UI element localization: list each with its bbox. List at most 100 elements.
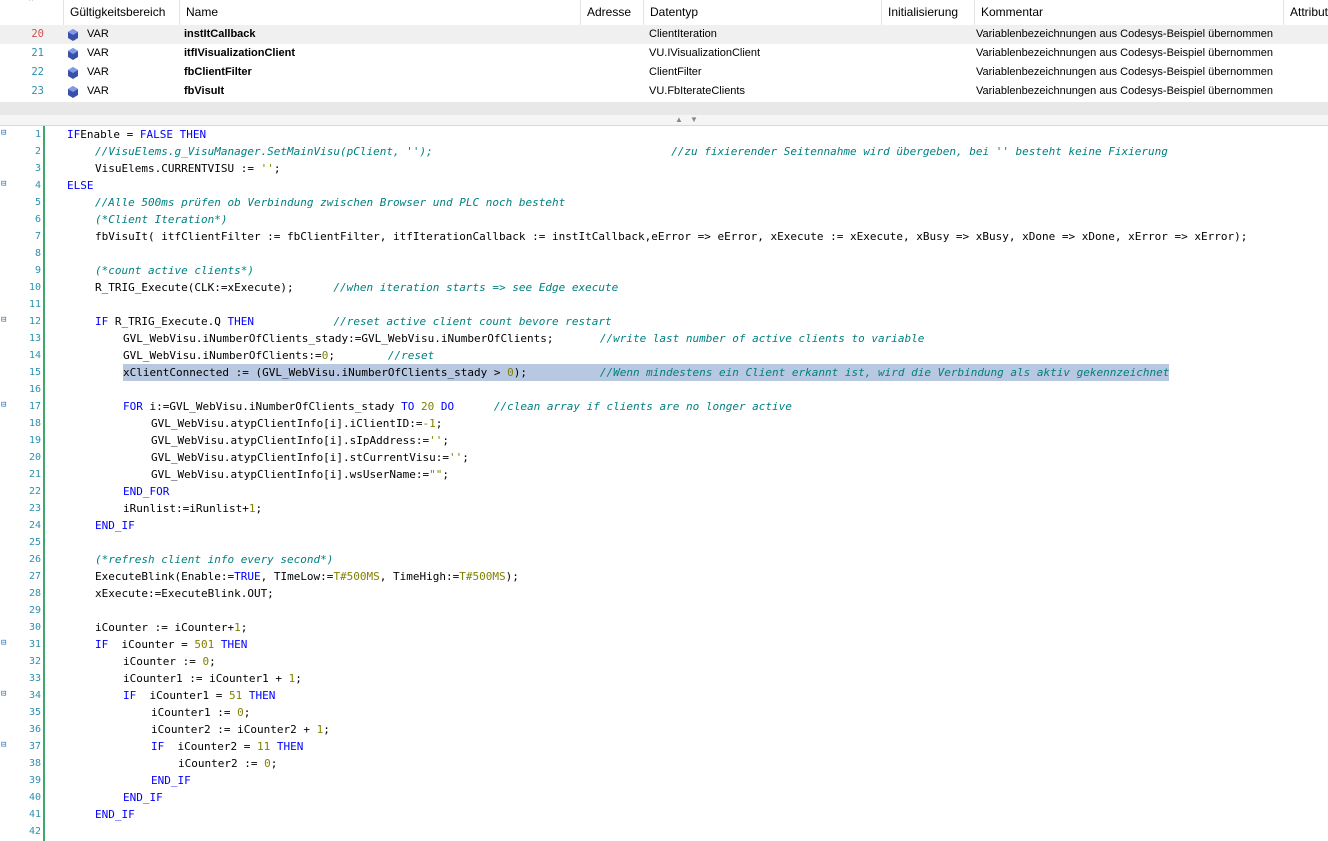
code-line[interactable]: 13 GVL_WebVisu.iNumberOfClients_stady:=GV…: [0, 330, 1328, 347]
code-line[interactable]: 32 iCounter := 0;: [0, 653, 1328, 670]
code-token: R_TRIG_Execute.Q: [108, 315, 228, 328]
code-line[interactable]: 30 iCounter := iCounter+1;: [0, 619, 1328, 636]
fold-toggle-icon[interactable]: ⊟: [1, 401, 10, 410]
code-line[interactable]: 21 GVL_WebVisu.atypClientInfo[i].wsUserNa…: [0, 466, 1328, 483]
line-number: 22: [28, 486, 41, 497]
line-number: 24: [28, 520, 41, 531]
declaration-row[interactable]: 20 VAR instItCallback ClientIteration Variab…: [0, 25, 1328, 44]
code-line[interactable]: 39 END_IF: [0, 772, 1328, 789]
code-line[interactable]: 6 (*Client Iteration*): [0, 211, 1328, 228]
code-line[interactable]: 29: [0, 602, 1328, 619]
code-line[interactable]: 20 GVL_WebVisu.atypClientInfo[i].stCurren…: [0, 449, 1328, 466]
code-line[interactable]: 19 GVL_WebVisu.atypClientInfo[i].sIpAddre…: [0, 432, 1328, 449]
collapse-up-icon[interactable]: ▲: [675, 115, 683, 125]
declaration-horizontal-scrollbar[interactable]: [0, 102, 1328, 115]
column-header-scope[interactable]: Gültigkeitsbereich: [63, 0, 179, 25]
literal-token: '': [260, 162, 274, 175]
code-line[interactable]: 24 END_IF: [0, 517, 1328, 534]
declaration-row[interactable]: 22 VAR fbClientFilter ClientFilter Variablen…: [0, 63, 1328, 82]
line-number: 28: [28, 588, 41, 599]
code-token: , TimeHigh:=: [379, 570, 460, 583]
fold-toggle-icon[interactable]: ⊟: [1, 316, 10, 325]
code-line[interactable]: 33 iCounter1 := iCounter1 + 1;: [0, 670, 1328, 687]
code-line[interactable]: 25: [0, 534, 1328, 551]
code-line[interactable]: 15 xClientConnected := (GVL_WebVisu.iNumb…: [0, 364, 1328, 381]
declaration-row[interactable]: 21 VAR itfIVisualizationClient VU.IVisualiz…: [0, 44, 1328, 63]
code-line[interactable]: 35 iCounter1 := 0;: [0, 704, 1328, 721]
editor-splitter[interactable]: ▲ ▼: [0, 115, 1328, 126]
code-line[interactable]: ⊟ 34 IF iCounter1 = 51 THEN: [0, 687, 1328, 704]
code-line[interactable]: ⊟ 1 IFEnable = FALSE THEN: [0, 126, 1328, 143]
code-line[interactable]: ⊟ 31 IF iCounter = 501 THEN: [0, 636, 1328, 653]
code-text: GVL_WebVisu.atypClientInfo[i].sIpAddress…: [151, 432, 449, 449]
code-line[interactable]: 16: [0, 381, 1328, 398]
code-text: IF iCounter2 = 11 THEN: [151, 738, 303, 755]
code-editor[interactable]: ⊟ 1 IFEnable = FALSE THEN 2//VisuElems.g_Vi…: [0, 126, 1328, 841]
line-number: 33: [28, 673, 41, 684]
fold-toggle-icon[interactable]: ⊟: [1, 129, 10, 138]
keyword-token: THEN: [220, 638, 248, 651]
code-line[interactable]: 14 GVL_WebVisu.iNumberOfClients:=0; //res…: [0, 347, 1328, 364]
code-line[interactable]: ⊟ 4 ELSE: [0, 177, 1328, 194]
code-text: IF R_TRIG_Execute.Q THEN //reset active …: [95, 313, 612, 330]
comment-token: (*Client Iteration*): [95, 213, 228, 226]
code-line[interactable]: 23 iRunlist:=iRunlist+1;: [0, 500, 1328, 517]
code-line[interactable]: 5 //Alle 500ms prüfen ob Verbindung zwisc…: [0, 194, 1328, 211]
code-line[interactable]: 40 END_IF: [0, 789, 1328, 806]
fold-toggle-icon[interactable]: ⊟: [1, 741, 10, 750]
code-text: iRunlist:=iRunlist+1;: [123, 500, 262, 517]
code-line[interactable]: 41 END_IF: [0, 806, 1328, 823]
column-header-attribute[interactable]: Attribut: [1283, 0, 1328, 25]
code-line[interactable]: ⊟ 17 FOR i:=GVL_WebVisu.iNumberOfClients_s…: [0, 398, 1328, 415]
column-header-comment[interactable]: Kommentar: [974, 0, 1283, 25]
fold-toggle-icon[interactable]: ⊟: [1, 180, 10, 189]
row-datatype: VU.FbIterateClients: [649, 85, 745, 97]
code-text: iCounter2 := 0;: [178, 755, 277, 772]
code-line[interactable]: 36 iCounter2 := iCounter2 + 1;: [0, 721, 1328, 738]
row-datatype: VU.IVisualizationClient: [649, 47, 761, 59]
code-line[interactable]: ⊟ 12 IF R_TRIG_Execute.Q THEN //reset acti…: [0, 313, 1328, 330]
code-line[interactable]: 22 END_FOR: [0, 483, 1328, 500]
sort-ascending-icon[interactable]: ⌃: [25, 0, 37, 7]
line-number: 4: [34, 180, 41, 191]
line-number: 6: [34, 214, 41, 225]
column-header-initialization[interactable]: Initialisierung: [881, 0, 974, 25]
code-line[interactable]: 27 ExecuteBlink(Enable:=TRUE, TImeLow:=T#…: [0, 568, 1328, 585]
code-line[interactable]: 9 (*count active clients*): [0, 262, 1328, 279]
code-text: (*refresh client info every second*): [95, 551, 333, 568]
code-line[interactable]: 7 fbVisuIt( itfClientFilter := fbClientFi…: [0, 228, 1328, 245]
column-header-datatype[interactable]: Datentyp: [643, 0, 881, 25]
code-line[interactable]: 10 R_TRIG_Execute(CLK:=xExecute); //when …: [0, 279, 1328, 296]
collapse-down-icon[interactable]: ▼: [690, 115, 698, 125]
fold-toggle-icon[interactable]: ⊟: [1, 639, 10, 648]
code-line[interactable]: ⊟ 37 IF iCounter2 = 11 THEN: [0, 738, 1328, 755]
line-number: 17: [28, 401, 41, 412]
code-line[interactable]: 8: [0, 245, 1328, 262]
code-line[interactable]: 28 xExecute:=ExecuteBlink.OUT;: [0, 585, 1328, 602]
code-token: ;: [435, 417, 443, 430]
row-scope: VAR: [87, 66, 109, 78]
code-line[interactable]: 42: [0, 823, 1328, 840]
code-line[interactable]: 3 VisuElems.CURRENTVISU := '';: [0, 160, 1328, 177]
code-token: Enable =: [80, 128, 140, 141]
code-line[interactable]: 26 (*refresh client info every second*): [0, 551, 1328, 568]
line-number: 5: [34, 197, 41, 208]
column-header-name[interactable]: Name: [179, 0, 580, 25]
code-line[interactable]: 18 GVL_WebVisu.atypClientInfo[i].iClientI…: [0, 415, 1328, 432]
code-line[interactable]: 11: [0, 296, 1328, 313]
declaration-row[interactable]: 23 VAR fbVisuIt VU.FbIterateClients Variable…: [0, 82, 1328, 101]
comment-token: //write last number of active clients to…: [599, 332, 925, 345]
comment-token: //reset active client count bevore resta…: [333, 315, 612, 328]
row-name: fbVisuIt: [184, 85, 225, 97]
row-number: 20: [31, 28, 44, 40]
literal-token: 11: [256, 740, 271, 753]
code-line[interactable]: 2 //VisuElems.g_VisuManager.SetMainVisu(p…: [0, 143, 1328, 160]
code-line[interactable]: 38 iCounter2 := 0;: [0, 755, 1328, 772]
column-header-address[interactable]: Adresse: [580, 0, 643, 25]
code-token: iCounter =: [108, 638, 195, 651]
fold-toggle-icon[interactable]: ⊟: [1, 690, 10, 699]
code-token: );: [505, 570, 519, 583]
code-text: VisuElems.CURRENTVISU := '';: [95, 160, 280, 177]
